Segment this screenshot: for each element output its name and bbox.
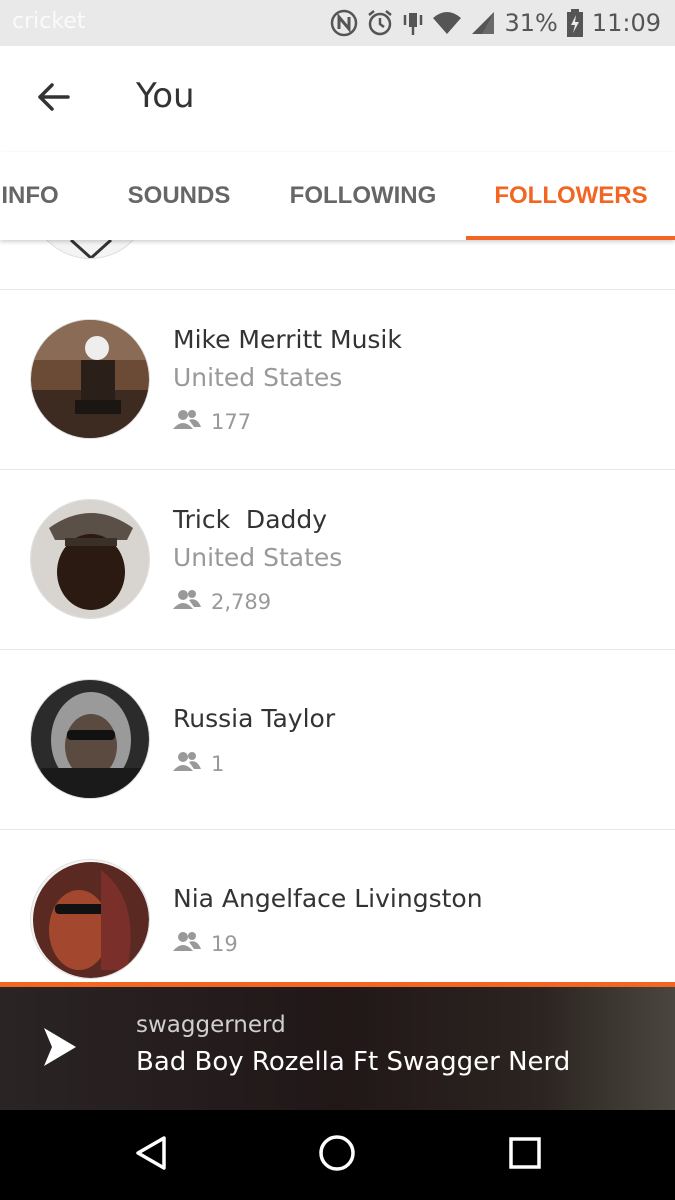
- nav-recents-button[interactable]: [502, 1132, 548, 1178]
- tab-info[interactable]: INFO: [0, 152, 62, 240]
- nfc-icon: [330, 9, 358, 37]
- list-item[interactable]: Trick Daddy United States 2,789: [0, 469, 675, 650]
- follower-name: Mike Merritt Musik: [173, 325, 402, 354]
- carrier-label: cricket: [12, 9, 86, 34]
- profile-tabs: INFO SOUNDS FOLLOWING FOLLOWERS: [0, 152, 675, 240]
- recents-square-icon: [508, 1136, 542, 1174]
- avatar: [30, 499, 150, 619]
- back-triangle-icon: [134, 1135, 168, 1175]
- follower-name: Nia Angelface Livingston: [173, 884, 483, 913]
- follower-count: 19: [173, 931, 238, 956]
- mini-player[interactable]: swaggernerd Bad Boy Rozella Ft Swagger N…: [0, 982, 675, 1110]
- player-track-title: Bad Boy Rozella Ft Swagger Nerd: [136, 1047, 571, 1077]
- battery-percent: 31%: [504, 9, 558, 37]
- tab-following[interactable]: FOLLOWING: [280, 152, 446, 240]
- follower-count: 2,789: [173, 589, 271, 614]
- system-nav-bar: [0, 1110, 675, 1200]
- player-artist: swaggernerd: [136, 1012, 286, 1038]
- people-icon: [173, 751, 201, 776]
- nav-home-button[interactable]: [314, 1132, 360, 1178]
- avatar: [30, 859, 150, 979]
- tab-followers[interactable]: FOLLOWERS: [478, 152, 664, 240]
- play-icon: [36, 1028, 82, 1074]
- follower-count: 177: [173, 409, 251, 434]
- arrow-left-icon: [36, 82, 70, 116]
- avatar: [30, 679, 150, 799]
- follower-country: United States: [173, 363, 343, 392]
- tab-sounds[interactable]: SOUNDS: [112, 152, 246, 240]
- list-item[interactable]: Mike Merritt Musik United States 177: [0, 289, 675, 470]
- alarm-icon: [366, 9, 394, 37]
- list-item[interactable]: Russia Taylor 1: [0, 649, 675, 830]
- playback-progress-line: [0, 982, 675, 987]
- follower-count: 1: [173, 751, 224, 776]
- avatar: [30, 240, 150, 259]
- people-icon: [173, 931, 201, 956]
- wifi-icon: [432, 10, 462, 36]
- active-tab-indicator: [466, 236, 675, 240]
- vibrate-icon: [402, 9, 424, 37]
- home-circle-icon: [318, 1134, 356, 1176]
- status-bar: cricket 31% 11:09: [0, 0, 675, 46]
- clock: 11:09: [591, 9, 661, 37]
- people-icon: [173, 409, 201, 434]
- back-button[interactable]: [30, 76, 76, 122]
- play-button[interactable]: [36, 1024, 82, 1070]
- nav-back-button[interactable]: [128, 1132, 174, 1178]
- page-title: You: [136, 76, 195, 116]
- battery-charging-icon: [566, 9, 584, 37]
- list-item[interactable]: 730: [0, 240, 675, 290]
- followers-list[interactable]: 730 Mike Merritt Musik United States 177: [0, 240, 675, 982]
- follower-name: Trick Daddy: [173, 505, 328, 534]
- status-icons: 31% 11:09: [330, 7, 661, 39]
- cell-signal-icon: [470, 10, 496, 36]
- follower-name: Russia Taylor: [173, 704, 336, 733]
- follower-country: United States: [173, 543, 343, 572]
- follower-count: 730: [173, 240, 251, 242]
- avatar: [30, 319, 150, 439]
- people-icon: [173, 589, 201, 614]
- app-bar: You: [0, 46, 675, 152]
- people-icon: [173, 240, 201, 242]
- list-item[interactable]: Nia Angelface Livingston 19: [0, 829, 675, 982]
